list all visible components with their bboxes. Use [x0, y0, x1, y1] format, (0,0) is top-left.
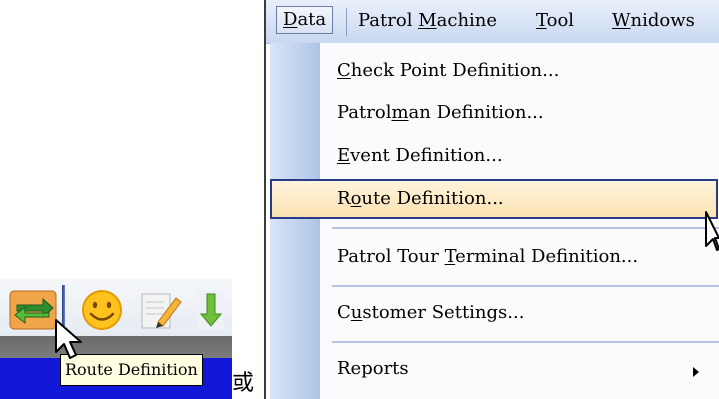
menu-tool[interactable]: Tool: [536, 8, 574, 34]
menu-item-customer-settings[interactable]: Customer Settings...: [270, 293, 719, 333]
application-window: Data Patrol Machine Tool Wnidows Check P…: [264, 0, 719, 399]
menu-tool-mnemonic: T: [536, 10, 547, 31]
mouse-cursor-icon: [705, 211, 719, 251]
event-button[interactable]: [136, 289, 184, 331]
menu-data-mnemonic: D: [283, 9, 298, 30]
pencil-note-icon: [141, 293, 182, 329]
menu-patrol-machine[interactable]: Patrol Machine: [358, 8, 497, 34]
menu-item-label: Patrol Tour Terminal Definition...: [337, 246, 639, 267]
menu-item-label: Event Definition...: [337, 145, 503, 166]
toolbar: [0, 278, 232, 337]
menu-item-label: Reports: [337, 358, 409, 379]
menu-item-event-definition[interactable]: Event Definition...: [270, 136, 719, 176]
menu-patrol-machine-label-pre: Patrol: [358, 10, 419, 31]
menu-item-label: Check Point Definition...: [337, 60, 560, 81]
menu-item-reports[interactable]: Reports: [270, 349, 719, 389]
smiley-icon: [82, 290, 122, 330]
menu-item-patrolman-definition[interactable]: Patrolman Definition...: [270, 93, 719, 133]
or-text: 或: [232, 371, 255, 396]
menubar-separator: [346, 8, 347, 36]
data-dropdown-menu: Check Point Definition... Patrolman Defi…: [270, 43, 719, 399]
menu-divider: [332, 227, 719, 229]
menu-windows-label: nidows: [630, 10, 695, 31]
submenu-arrow-icon: [693, 367, 699, 377]
menu-data[interactable]: Data: [276, 6, 334, 34]
menu-divider: [332, 341, 719, 343]
menu-windows-mnemonic: W: [612, 10, 631, 31]
menu-bar: Data Patrol Machine Tool Wnidows: [266, 0, 719, 44]
download-button[interactable]: [196, 289, 226, 331]
route-arrows-icon: [9, 290, 57, 330]
menu-patrol-machine-mnemonic: M: [418, 10, 437, 31]
menu-patrol-machine-label: achine: [436, 10, 498, 31]
menu-item-route-definition[interactable]: Route Definition...: [270, 179, 718, 219]
menu-data-label: ata: [297, 9, 327, 30]
green-down-arrow-icon: [198, 290, 224, 330]
menu-item-check-point-definition[interactable]: Check Point Definition...: [270, 51, 719, 91]
menu-item-label: Customer Settings...: [337, 302, 525, 323]
menu-item-label: Route Definition...: [337, 188, 504, 209]
menu-tool-label: ool: [546, 10, 575, 31]
menu-windows[interactable]: Wnidows: [612, 8, 695, 34]
patrolman-button[interactable]: [78, 289, 126, 331]
menu-item-label: Patrolman Definition...: [337, 102, 544, 123]
route-definition-button[interactable]: [8, 289, 58, 331]
mouse-cursor-icon: [55, 319, 82, 359]
menu-item-patrol-tour-terminal-definition[interactable]: Patrol Tour Terminal Definition...: [270, 237, 719, 277]
menu-divider: [332, 285, 719, 287]
